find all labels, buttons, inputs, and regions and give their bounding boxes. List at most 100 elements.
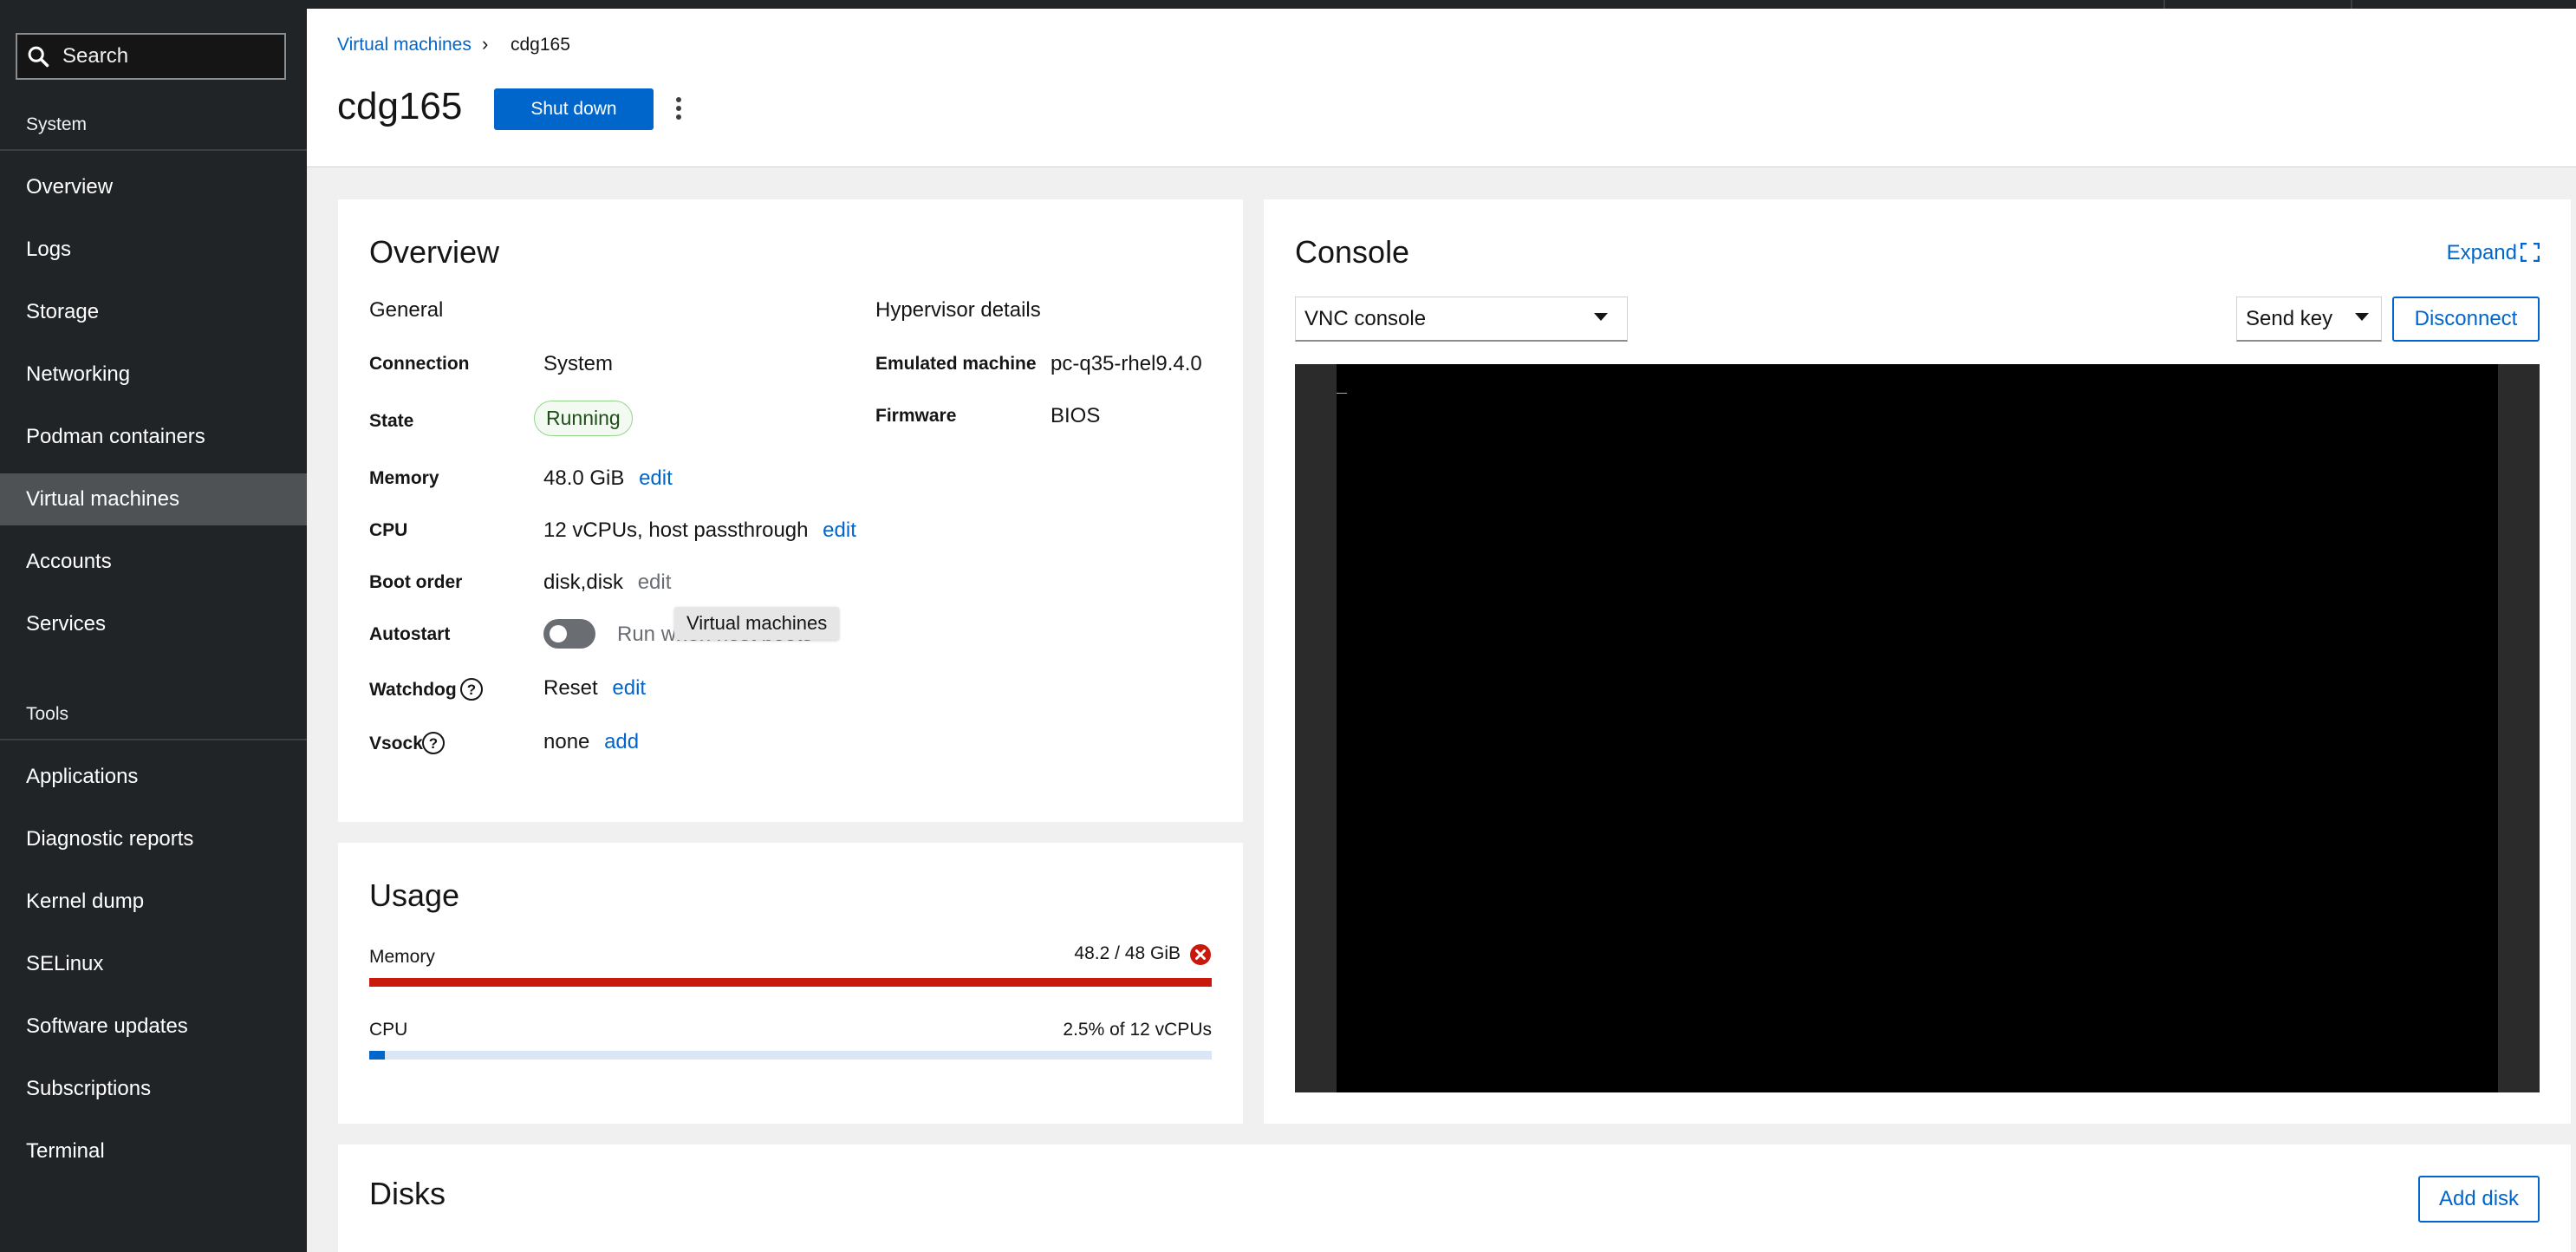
connection-value: System — [543, 352, 614, 375]
top-bar — [0, 0, 2576, 9]
usage-card: Usage Memory 48.2 / 48 GiB CPU 2.5% of 1… — [338, 843, 1243, 1124]
sidebar-item-virtual-machines[interactable]: Virtual machines — [0, 473, 307, 525]
cpu-label: CPU — [369, 520, 408, 540]
boot-order-value: disk,disk — [543, 571, 624, 594]
error-icon — [1190, 944, 1211, 965]
terminal-cursor: _ — [1337, 373, 1348, 394]
cpu-edit-link[interactable]: edit — [823, 518, 856, 542]
memory-value: 48.0 GiB — [543, 466, 625, 490]
overview-title: Overview — [369, 234, 500, 270]
shut-down-button[interactable]: Shut down — [494, 88, 654, 130]
sidebar-item-applications[interactable]: Applications — [0, 751, 307, 803]
boot-order-edit-link[interactable]: edit — [638, 571, 672, 594]
sidebar-item-terminal[interactable]: Terminal — [0, 1125, 307, 1177]
sidebar-item-logs[interactable]: Logs — [0, 224, 307, 276]
topbar-divider — [2351, 0, 2352, 9]
watchdog-edit-link[interactable]: edit — [612, 676, 646, 700]
console-type-value: VNC console — [1304, 306, 1427, 330]
usage-memory-label: Memory — [369, 947, 435, 967]
sidebar-item-subscriptions[interactable]: Subscriptions — [0, 1063, 307, 1115]
page-title: cdg165 — [337, 85, 463, 127]
firmware-value: BIOS — [1051, 404, 1101, 427]
help-icon[interactable]: ? — [459, 677, 484, 701]
state-label: State — [369, 411, 414, 431]
disconnect-button[interactable]: Disconnect — [2392, 297, 2540, 342]
usage-title: Usage — [369, 877, 460, 913]
send-key-dropdown[interactable]: Send key — [2236, 297, 2382, 342]
add-disk-button[interactable]: Add disk — [2418, 1176, 2540, 1223]
breadcrumb-separator-icon: › — [482, 33, 489, 55]
sidebar-item-storage[interactable]: Storage — [0, 286, 307, 338]
watchdog-value: Reset — [543, 676, 598, 700]
nav-divider — [0, 149, 307, 151]
search-icon — [28, 46, 49, 68]
cpu-usage-bar — [369, 1051, 1212, 1060]
toggle-knob — [550, 625, 567, 642]
usage-cpu-value: 2.5% of 12 vCPUs — [1063, 1020, 1212, 1040]
overview-card: Overview General Hypervisor details Conn… — [338, 199, 1243, 822]
cpu-value: 12 vCPUs, host passthrough — [543, 518, 809, 542]
sidebar-item-networking[interactable]: Networking — [0, 349, 307, 401]
emulated-machine-value: pc-q35-rhel9.4.0 — [1051, 352, 1202, 375]
disks-title: Disks — [369, 1176, 446, 1211]
vsock-value: none — [543, 730, 590, 753]
general-heading: General — [369, 298, 444, 322]
watchdog-label: Watchdog — [369, 680, 457, 700]
vsock-add-link[interactable]: add — [604, 730, 639, 753]
state-badge: Running — [534, 401, 633, 436]
sidebar-item-accounts[interactable]: Accounts — [0, 536, 307, 588]
memory-usage-bar — [369, 978, 1212, 987]
kebab-menu-icon[interactable] — [673, 95, 685, 121]
boot-order-label: Boot order — [369, 572, 463, 592]
send-key-label: Send key — [2246, 306, 2333, 330]
usage-memory-value: 48.2 / 48 GiB — [1074, 943, 1181, 963]
breadcrumb-current: cdg165 — [511, 35, 570, 55]
sidebar-item-services[interactable]: Services — [0, 598, 307, 650]
expand-icon[interactable] — [2521, 243, 2540, 262]
chevron-down-icon — [1594, 313, 1608, 321]
watchdog-row: Reset edit — [543, 676, 646, 701]
autostart-toggle[interactable] — [543, 619, 595, 649]
emulated-machine-label: Emulated machine — [875, 354, 1037, 374]
cpu-value-row: 12 vCPUs, host passthrough edit — [543, 518, 856, 543]
memory-edit-link[interactable]: edit — [639, 466, 673, 490]
sidebar-item-overview[interactable]: Overview — [0, 161, 307, 213]
help-icon[interactable]: ? — [421, 731, 446, 755]
disks-card: Disks Add disk — [338, 1144, 2571, 1252]
sidebar-item-selinux[interactable]: SELinux — [0, 938, 307, 990]
vnc-viewer[interactable]: _ — [1295, 364, 2540, 1092]
svg-text:?: ? — [467, 681, 476, 698]
search-input[interactable] — [61, 43, 272, 69]
vsock-row: none add — [543, 730, 639, 754]
sidebar: System Overview Logs Storage Networking … — [0, 9, 307, 1252]
boot-order-row: disk,disk edit — [543, 571, 671, 595]
cpu-usage-fill — [369, 1051, 386, 1060]
memory-usage-fill — [369, 978, 1212, 987]
sidebar-item-kernel-dump[interactable]: Kernel dump — [0, 876, 307, 928]
memory-label: Memory — [369, 468, 439, 488]
hypervisor-heading: Hypervisor details — [875, 298, 1041, 322]
breadcrumb-virtual-machines[interactable]: Virtual machines — [337, 35, 472, 55]
usage-cpu-label: CPU — [369, 1020, 408, 1040]
search-box[interactable] — [16, 33, 286, 80]
sidebar-item-software-updates[interactable]: Software updates — [0, 1001, 307, 1053]
page-header: Virtual machines › cdg165 cdg165 Shut do… — [307, 9, 2576, 167]
vsock-label: Vsock — [369, 734, 423, 753]
tooltip: Virtual machines — [674, 607, 840, 640]
topbar-divider — [2163, 0, 2165, 9]
nav-section-tools: Tools — [26, 704, 69, 724]
chevron-down-icon — [2355, 313, 2369, 321]
memory-value-row: 48.0 GiB edit — [543, 466, 673, 491]
nav-divider — [0, 739, 307, 740]
vnc-screen[interactable]: _ — [1337, 364, 2498, 1092]
console-title: Console — [1295, 234, 1410, 270]
nav-section-system: System — [26, 114, 88, 134]
sidebar-item-diagnostic-reports[interactable]: Diagnostic reports — [0, 813, 307, 865]
autostart-label: Autostart — [369, 624, 451, 644]
firmware-label: Firmware — [875, 406, 957, 426]
expand-link[interactable]: Expand — [2447, 241, 2517, 265]
console-card: Console Expand VNC console Send key Disc… — [1264, 199, 2571, 1124]
console-type-select[interactable]: VNC console — [1295, 297, 1628, 342]
sidebar-item-podman-containers[interactable]: Podman containers — [0, 411, 307, 463]
connection-label: Connection — [369, 354, 470, 374]
